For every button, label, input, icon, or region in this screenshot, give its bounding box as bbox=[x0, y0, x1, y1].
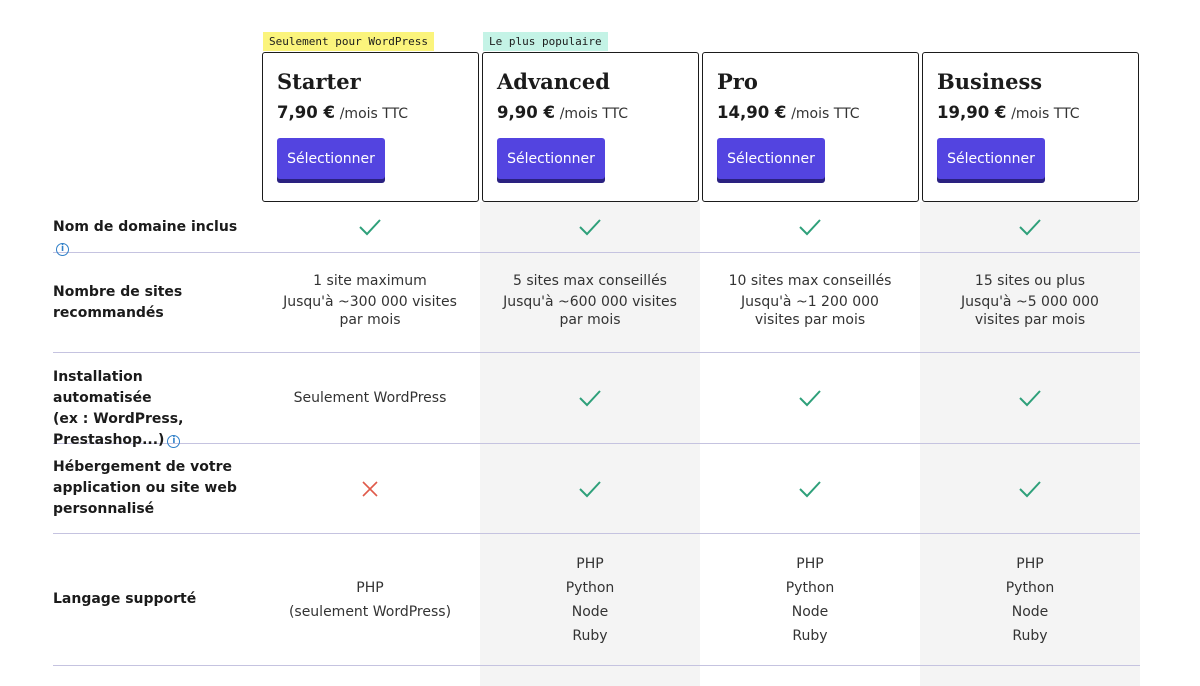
cell-line: Jusqu'à ~300 000 visites bbox=[283, 294, 457, 310]
cell-install-advanced bbox=[480, 353, 700, 443]
cell-line: Python bbox=[1005, 579, 1055, 596]
check-icon bbox=[1019, 480, 1041, 497]
check-icon bbox=[359, 219, 381, 236]
cell-line: Jusqu'à ~1 200 000 bbox=[741, 294, 879, 310]
price-value: 19,90 € bbox=[937, 103, 1007, 122]
cell-domain-starter bbox=[260, 202, 480, 252]
cell-line: Ruby bbox=[572, 627, 608, 644]
cell-line: PHP bbox=[356, 579, 384, 596]
cell-sites-business: 15 sites ou plus Jusqu'à ~5 000 000 visi… bbox=[920, 269, 1140, 329]
cell-line: PHP bbox=[1016, 555, 1044, 572]
plan-card-business: Business 19,90 € /mois TTC Sélectionner bbox=[922, 52, 1139, 202]
price-value: 9,90 € bbox=[497, 103, 555, 122]
check-icon bbox=[799, 480, 821, 497]
check-icon bbox=[799, 390, 821, 407]
cell-domain-pro bbox=[700, 202, 920, 252]
cell-line: Node bbox=[791, 603, 829, 620]
plan-price: 7,90 € /mois TTC bbox=[277, 103, 464, 124]
cell-line: PHP bbox=[796, 555, 824, 572]
check-icon bbox=[579, 390, 601, 407]
row-install: Installation automatisée (ex : WordPress… bbox=[53, 353, 1140, 448]
cross-icon bbox=[362, 480, 378, 497]
price-suffix: /mois TTC bbox=[559, 106, 629, 122]
check-icon bbox=[579, 480, 601, 497]
cell-line: 5 sites max conseillés bbox=[513, 273, 667, 289]
cell-line: Node bbox=[1011, 603, 1049, 620]
cell-line: 10 sites max conseillés bbox=[728, 273, 892, 289]
price-value: 14,90 € bbox=[717, 103, 787, 122]
row-label-text: Nom de domaine inclus bbox=[53, 219, 238, 235]
cell-line: Ruby bbox=[792, 627, 828, 644]
select-starter-button[interactable]: Sélectionner bbox=[277, 138, 385, 179]
cell-line: visites par mois bbox=[974, 312, 1086, 328]
select-advanced-button[interactable]: Sélectionner bbox=[497, 138, 605, 179]
cell-line: Python bbox=[565, 579, 615, 596]
row-label-language: Langage supporté bbox=[53, 591, 197, 607]
cell-line: visites par mois bbox=[754, 312, 866, 328]
plan-card-starter: Starter 7,90 € /mois TTC Sélectionner bbox=[262, 52, 479, 202]
cell-hosting-starter bbox=[260, 444, 480, 533]
plan-price: 9,90 € /mois TTC bbox=[497, 103, 684, 124]
cell-domain-advanced bbox=[480, 202, 700, 252]
price-value: 7,90 € bbox=[277, 103, 335, 122]
cell-language-pro: PHP Python Node Ruby bbox=[700, 534, 920, 665]
cell-hosting-pro bbox=[700, 444, 920, 533]
row-sites: Nombre de sites recommandés 1 site maxim… bbox=[53, 253, 1140, 353]
cell-install-starter: Seulement WordPress bbox=[293, 390, 447, 406]
row-label-line: (ex : WordPress, bbox=[53, 411, 184, 427]
row-domain: Nom de domaine inclusi bbox=[53, 202, 1140, 256]
cell-line: Node bbox=[571, 603, 609, 620]
row-label-sites: Nombre de sites recommandés bbox=[53, 284, 183, 321]
plan-name: Pro bbox=[717, 69, 758, 94]
cell-sites-advanced: 5 sites max conseillés Jusqu'à ~600 000 … bbox=[480, 269, 700, 329]
cell-hosting-business bbox=[920, 444, 1140, 533]
cell-hosting-advanced bbox=[480, 444, 700, 533]
cell-line: (seulement WordPress) bbox=[288, 603, 452, 620]
cell-sites-pro: 10 sites max conseillés Jusqu'à ~1 200 0… bbox=[700, 269, 920, 329]
row-label-line: personnalisé bbox=[53, 501, 155, 517]
plan-name: Starter bbox=[277, 69, 361, 94]
advanced-badge: Le plus populaire bbox=[483, 32, 608, 51]
check-icon bbox=[1019, 219, 1041, 236]
cell-line: par mois bbox=[559, 312, 621, 328]
cell-language-starter: PHP (seulement WordPress) bbox=[260, 534, 480, 665]
cell-line: 1 site maximum bbox=[313, 273, 427, 289]
check-icon bbox=[579, 219, 601, 236]
check-icon bbox=[799, 219, 821, 236]
cell-line: Ruby bbox=[1012, 627, 1048, 644]
plan-price: 19,90 € /mois TTC bbox=[937, 103, 1124, 124]
cell-language-business: PHP Python Node Ruby bbox=[920, 534, 1140, 665]
plan-name: Business bbox=[937, 69, 1043, 94]
cell-sites-starter: 1 site maximum Jusqu'à ~300 000 visites … bbox=[260, 269, 480, 329]
select-business-button[interactable]: Sélectionner bbox=[937, 138, 1045, 179]
plan-card-pro: Pro 14,90 € /mois TTC Sélectionner bbox=[702, 52, 919, 202]
row-label-line: application ou site web bbox=[53, 480, 237, 496]
plan-price: 14,90 € /mois TTC bbox=[717, 103, 904, 124]
cell-line: Python bbox=[785, 579, 835, 596]
cell-line: PHP bbox=[576, 555, 604, 572]
row-hosting: Hébergement de votre application ou site… bbox=[53, 444, 1140, 534]
cell-domain-business bbox=[920, 202, 1140, 252]
select-pro-button[interactable]: Sélectionner bbox=[717, 138, 825, 179]
cell-line: par mois bbox=[339, 312, 401, 328]
row-label-line: Installation automatisée bbox=[53, 369, 152, 406]
cell-line: Jusqu'à ~600 000 visites bbox=[503, 294, 677, 310]
cell-line: 15 sites ou plus bbox=[974, 273, 1086, 289]
cell-install-pro bbox=[700, 353, 920, 443]
row-label-line: Hébergement de votre bbox=[53, 459, 232, 475]
starter-badge: Seulement pour WordPress bbox=[263, 32, 434, 51]
cell-install-business bbox=[920, 353, 1140, 443]
plan-name: Advanced bbox=[497, 69, 610, 94]
price-suffix: /mois TTC bbox=[339, 106, 409, 122]
price-suffix: /mois TTC bbox=[791, 106, 860, 122]
row-language: Langage supporté PHP (seulement WordPres… bbox=[53, 534, 1140, 666]
row-label-install: Installation automatisée (ex : WordPress… bbox=[53, 367, 243, 451]
price-suffix: /mois TTC bbox=[1011, 106, 1080, 122]
check-icon bbox=[1019, 390, 1041, 407]
cell-line: Jusqu'à ~5 000 000 bbox=[961, 294, 1099, 310]
plan-card-advanced: Advanced 9,90 € /mois TTC Sélectionner bbox=[482, 52, 699, 202]
row-label-hosting: Hébergement de votre application ou site… bbox=[53, 457, 243, 520]
cell-language-advanced: PHP Python Node Ruby bbox=[480, 534, 700, 665]
